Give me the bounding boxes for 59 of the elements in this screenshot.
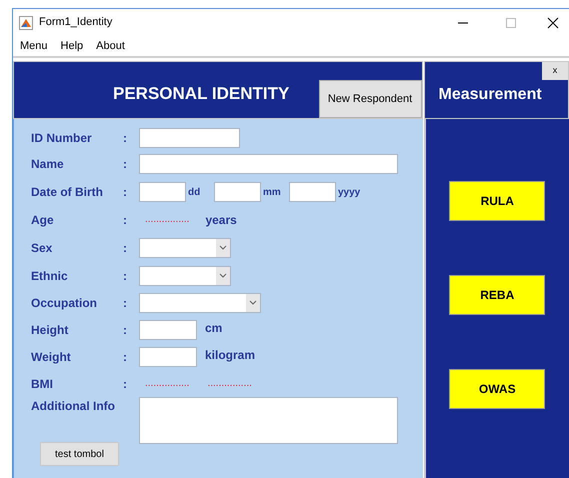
chevron-down-icon <box>219 245 227 250</box>
dropdown[interactable] <box>139 266 231 286</box>
colon-label: : <box>123 184 128 201</box>
dropdown[interactable] <box>139 238 231 258</box>
field-label: ID Number <box>31 130 93 147</box>
field-label: Height <box>31 322 70 338</box>
unit-label: yyyy <box>338 186 362 200</box>
colon-label: : <box>123 240 128 256</box>
colon-label: : <box>123 322 128 338</box>
field-label: BMI <box>31 376 54 392</box>
unit-label: kilogram <box>205 346 256 364</box>
unit-label: mm <box>263 186 282 200</box>
colon-label: : <box>123 130 128 147</box>
method-button[interactable]: REBA <box>449 275 546 315</box>
field-label: Ethnic <box>31 268 69 284</box>
menu-item[interactable]: About <box>96 38 125 54</box>
chevron-down-icon <box>249 300 257 305</box>
menu-item[interactable]: Menu <box>20 38 48 54</box>
input-field[interactable] <box>139 346 197 366</box>
colon-label: : <box>123 212 128 229</box>
colon-label: : <box>123 268 128 284</box>
value-readout: ................ <box>145 215 190 225</box>
field-label: Occupation <box>31 294 98 312</box>
maximize-icon[interactable] <box>505 16 517 28</box>
field-label: Age <box>31 212 55 229</box>
unit-label: dd <box>188 186 202 200</box>
panel-title: PERSONAL IDENTITY <box>113 83 290 105</box>
input-field[interactable] <box>139 154 398 174</box>
text-area[interactable] <box>139 397 398 444</box>
unit-label: cm <box>205 320 222 336</box>
input-field[interactable] <box>139 320 197 340</box>
menu-item[interactable]: Help <box>60 38 84 54</box>
method-button[interactable]: RULA <box>449 181 546 221</box>
input-field[interactable] <box>214 182 261 202</box>
dropdown[interactable] <box>139 292 261 312</box>
method-button[interactable]: OWAS <box>449 369 546 409</box>
app-logo-icon <box>19 16 33 30</box>
unit-label: years <box>205 212 237 229</box>
field-label: Additional Info <box>31 398 116 415</box>
input-field[interactable] <box>139 128 240 148</box>
colon-label: : <box>123 156 128 173</box>
value-readout: ................ <box>207 378 252 388</box>
new-respondent-button[interactable]: New Respondent <box>318 80 422 118</box>
chevron-down-icon <box>219 273 227 278</box>
input-field[interactable] <box>139 182 186 202</box>
field-label: Sex <box>31 240 54 256</box>
colon-label: : <box>123 294 128 312</box>
colon-label: : <box>123 348 128 366</box>
value-readout: ................ <box>145 378 190 388</box>
panel-title: Measurement <box>438 85 542 105</box>
test-button[interactable]: test tombol <box>40 442 119 466</box>
close-button[interactable]: x <box>542 62 568 80</box>
window-title: Form1_Identity <box>39 15 112 30</box>
colon-label: : <box>123 376 128 392</box>
field-label: Name <box>31 156 65 173</box>
field-label: Weight <box>31 348 72 366</box>
input-field[interactable] <box>289 182 336 202</box>
field-label: Date of Birth <box>31 184 104 201</box>
close-icon[interactable] <box>547 16 559 28</box>
